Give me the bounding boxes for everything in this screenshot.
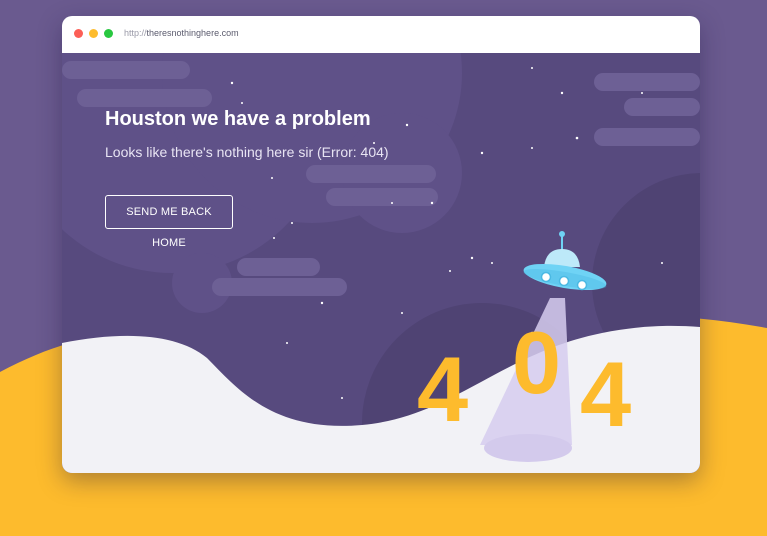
error-digit-0: 0 xyxy=(512,313,561,412)
address-bar[interactable]: http://theresnothinghere.com xyxy=(124,28,239,38)
send-me-back-home-button[interactable]: SEND ME BACK HOME xyxy=(105,195,233,249)
url-protocol: http:// xyxy=(124,28,147,38)
maximize-dot-icon[interactable] xyxy=(104,29,113,38)
error-digit-4-right: 4 xyxy=(580,344,632,446)
close-dot-icon[interactable] xyxy=(74,29,83,38)
error-message: Looks like there's nothing here sir (Err… xyxy=(105,144,389,160)
url-host: theresnothinghere.com xyxy=(146,28,239,38)
minimize-dot-icon[interactable] xyxy=(89,29,98,38)
browser-titlebar: http://theresnothinghere.com xyxy=(62,16,700,54)
browser-window: http://theresnothinghere.com Houston we … xyxy=(62,16,700,473)
page-title: Houston we have a problem xyxy=(105,108,371,130)
error-digit-4-left: 4 xyxy=(417,339,469,441)
